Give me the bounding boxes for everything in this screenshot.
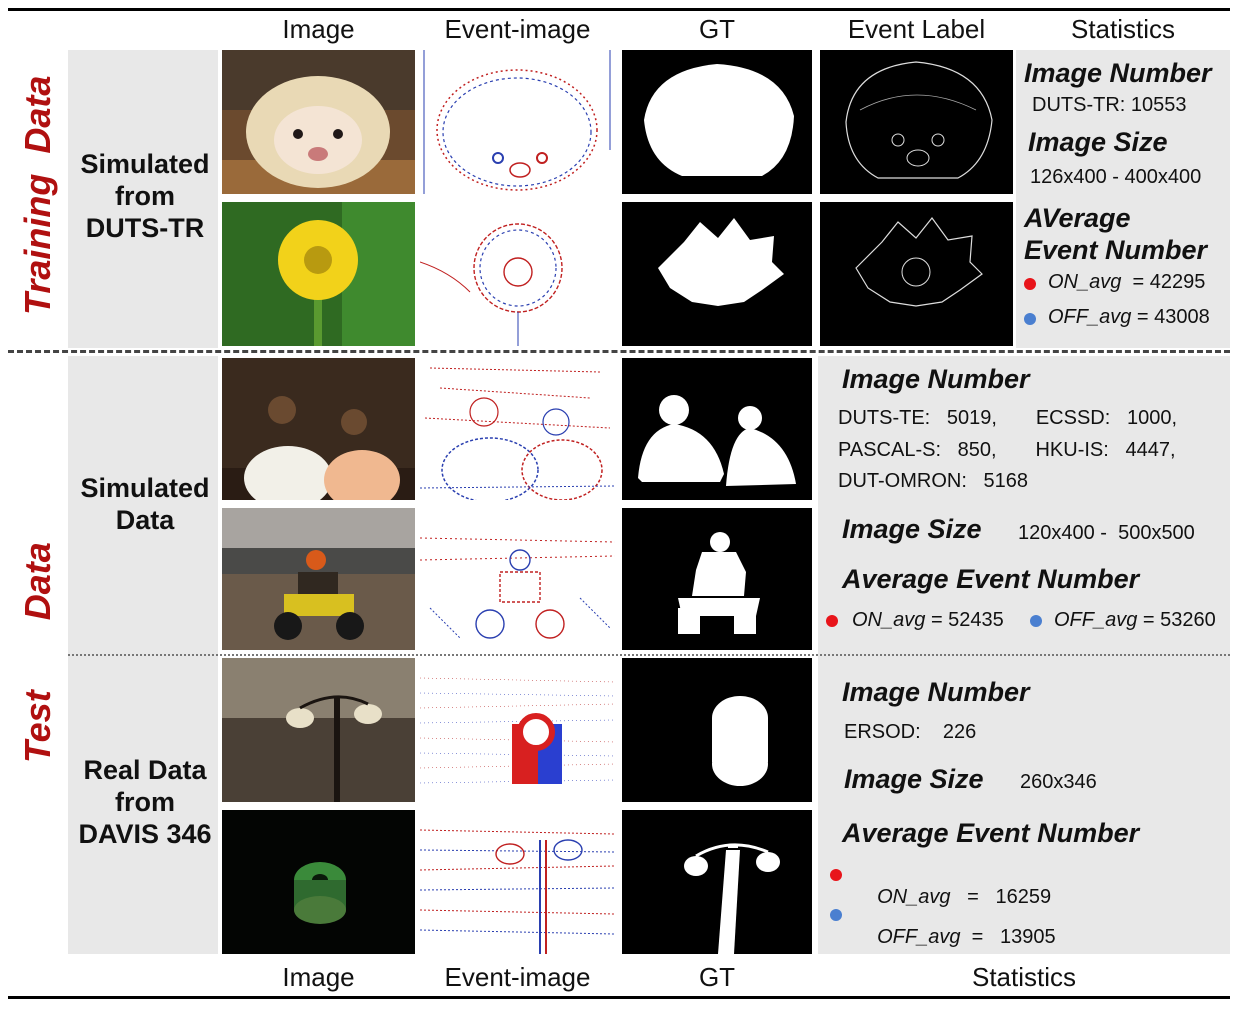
- image-people: [222, 358, 415, 500]
- train-avg-title-2: Event Number: [1024, 235, 1208, 265]
- footer-gt: GT: [698, 962, 736, 992]
- real-image-size-text: 260x346: [1020, 771, 1097, 793]
- real-image-number-text: ERSOD: 226: [844, 721, 977, 743]
- image-lamp: [222, 658, 415, 802]
- sim-on-dot: [826, 615, 838, 627]
- event-image-flower: [420, 202, 615, 346]
- image-spool: [222, 810, 415, 954]
- header-event-label: Event Label: [847, 14, 986, 44]
- sim-real-separator: [68, 654, 1230, 656]
- train-test-separator: [8, 350, 1230, 353]
- sim-image-number-title: Image Number: [842, 364, 1030, 394]
- real-off-value: = 13905: [971, 926, 1056, 948]
- train-on-row: ON_avg = 42295: [1048, 271, 1205, 294]
- gt-spool: [622, 658, 812, 802]
- gt-people: [622, 358, 812, 500]
- event-image-people: [420, 358, 615, 500]
- event-image-lamp: [420, 810, 615, 954]
- real-avg-title: Average Event Number: [842, 818, 1140, 848]
- side-label-training: Training Data: [17, 76, 61, 315]
- event-image-atv: [420, 508, 615, 650]
- train-image-size-text: 126x400 - 400x400: [1030, 166, 1202, 188]
- gt-atv: [622, 508, 812, 650]
- sim-on-row: ON_avg = 52435: [852, 609, 1004, 632]
- real-off-dot: [830, 909, 842, 921]
- sim-on-value: = 52435: [930, 609, 1004, 631]
- footer-event-image: Event-image: [444, 962, 591, 992]
- image-flower: [222, 202, 415, 346]
- side-label-test-word1: Test: [17, 690, 58, 763]
- side-label-test: Test Data: [17, 542, 61, 763]
- side-label-test-word2: Data: [17, 542, 58, 621]
- train-image-size-title: Image Size: [1028, 127, 1168, 157]
- train-off-value: = 43008: [1136, 306, 1210, 328]
- real-off-row: OFF_avg = 13905: [866, 903, 1056, 949]
- header-image: Image: [282, 14, 355, 44]
- train-off-dot: [1024, 313, 1036, 325]
- event-label-hedgehog: [820, 50, 1013, 194]
- row-label-training: Simulated from DUTS-TR: [80, 149, 210, 243]
- image-atv: [222, 508, 415, 650]
- image-hedgehog: [222, 50, 415, 194]
- sim-off-row: OFF_avg = 53260: [1054, 609, 1216, 632]
- gt-lamp: [622, 810, 812, 954]
- train-avg-title-1: AVerage: [1024, 203, 1131, 233]
- event-image-spool: [420, 658, 615, 802]
- real-image-size-title: Image Size: [844, 764, 984, 794]
- sim-off-value: = 53260: [1142, 609, 1216, 631]
- side-label-training-word2: Data: [17, 75, 58, 154]
- sim-image-size-text: 120x400 - 500x500: [1018, 522, 1195, 544]
- header-statistics: Statistics: [1070, 14, 1176, 44]
- event-label-flower: [820, 202, 1013, 346]
- header-gt: GT: [698, 14, 736, 44]
- row-label-real: Real Data from DAVIS 346: [78, 755, 212, 849]
- top-rule: [8, 8, 1230, 11]
- sim-image-size-title: Image Size: [842, 514, 982, 544]
- gt-hedgehog: [622, 50, 812, 194]
- train-on-label: ON_avg: [1048, 271, 1122, 293]
- row-label-simulated: Simulated Data: [80, 473, 210, 535]
- footer-image: Image: [282, 962, 355, 992]
- sim-off-label: OFF_avg: [1054, 609, 1138, 631]
- real-off-label: OFF_avg: [877, 926, 961, 948]
- bottom-rule: [8, 996, 1230, 999]
- footer-statistics: Statistics: [971, 962, 1077, 992]
- sim-off-dot: [1030, 615, 1042, 627]
- sim-avg-title: Average Event Number: [842, 564, 1140, 594]
- train-on-dot: [1024, 278, 1036, 290]
- side-label-training-word1: Training: [17, 173, 58, 315]
- train-off-label: OFF_avg: [1048, 306, 1132, 328]
- train-image-number-text: DUTS-TR: 10553: [1032, 94, 1187, 116]
- sim-line-1: DUTS-TE: 5019, ECSSD: 1000,: [838, 407, 1178, 429]
- train-on-value: = 42295: [1132, 271, 1206, 293]
- real-on-dot: [830, 869, 842, 881]
- real-image-number-title: Image Number: [842, 677, 1030, 707]
- header-event-image: Event-image: [444, 14, 591, 44]
- sim-line-2: PASCAL-S: 850, HKU-IS: 4447,: [838, 439, 1176, 461]
- train-image-number-title: Image Number: [1024, 58, 1212, 88]
- sim-line-3: DUT-OMRON: 5168: [838, 470, 1029, 492]
- sim-on-label: ON_avg: [852, 609, 926, 631]
- gt-flower: [622, 202, 812, 346]
- train-off-row: OFF_avg = 43008: [1048, 306, 1210, 329]
- event-image-hedgehog: [420, 50, 615, 194]
